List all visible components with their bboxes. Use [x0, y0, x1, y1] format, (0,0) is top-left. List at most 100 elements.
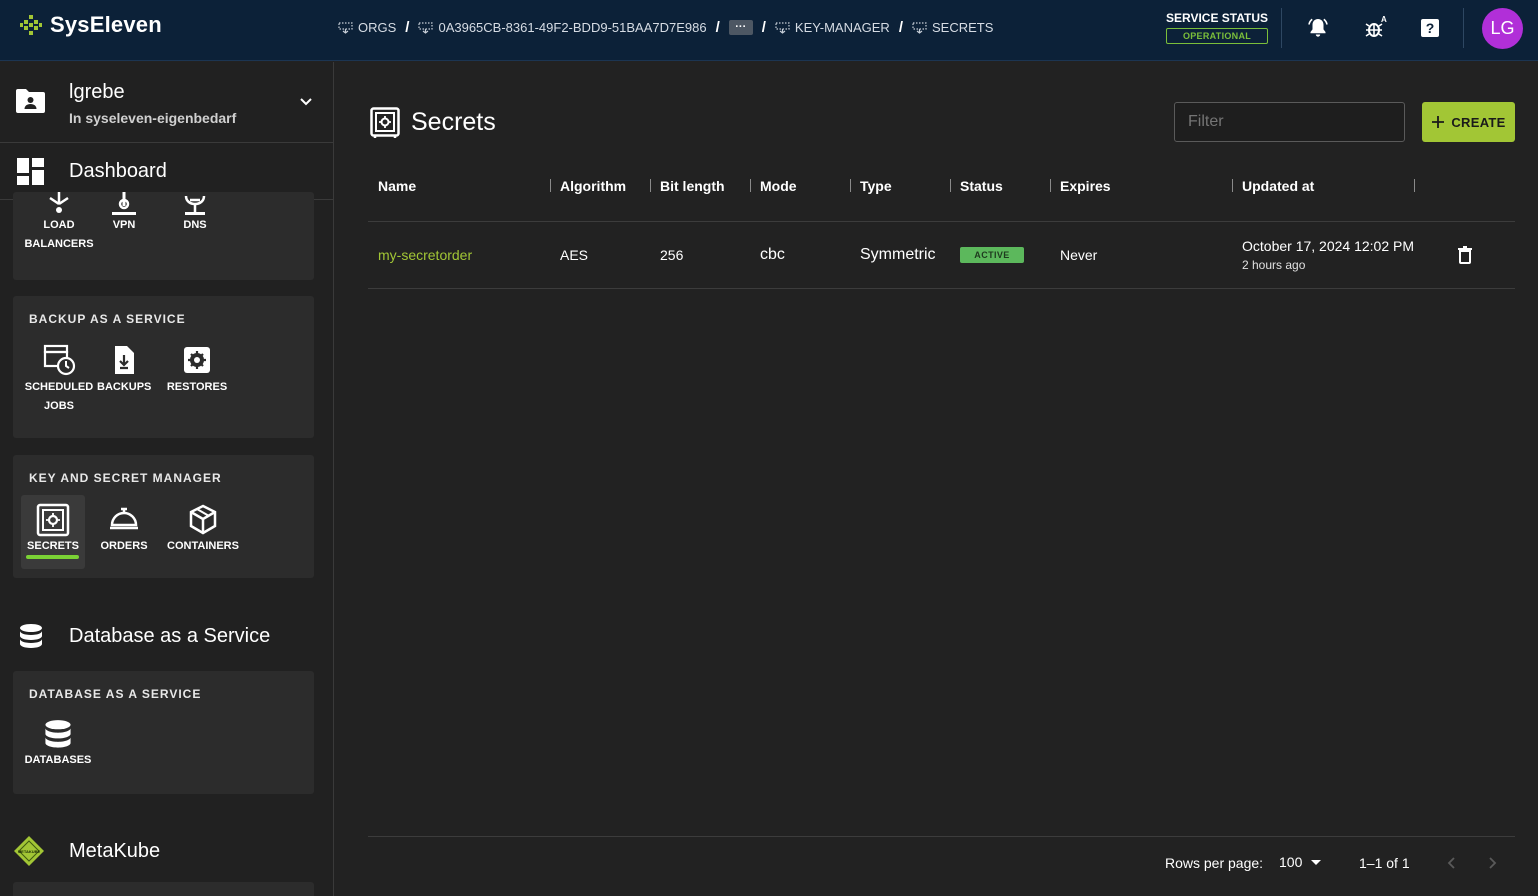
tile-databases[interactable]: DATABASES — [21, 719, 95, 770]
sidebar: lgrebe In syseleven-eigenbedarf Dashboar… — [0, 62, 334, 896]
column-header-mode[interactable]: Mode — [760, 178, 797, 194]
safe-icon — [36, 503, 70, 537]
tile-vpn[interactable]: VPN — [101, 192, 147, 235]
dbaas-card-title: DATABASE AS A SERVICE — [29, 687, 202, 701]
pagination-range: 1–1 of 1 — [1359, 855, 1410, 871]
service-bell-icon — [110, 507, 138, 530]
org-icon — [338, 21, 353, 34]
dashboard-label: Dashboard — [69, 160, 167, 182]
status-badge: ACTIVE — [960, 247, 1024, 263]
restore-gear-icon — [184, 347, 210, 373]
cell-updated-relative: 2 hours ago — [1242, 258, 1306, 272]
tile-backups[interactable]: BACKUPS — [97, 342, 151, 397]
project-selector[interactable]: lgrebe In syseleven-eigenbedarf — [0, 62, 333, 143]
column-resizer[interactable] — [850, 179, 851, 192]
tile-orders[interactable]: ORDERS — [97, 503, 151, 556]
delete-trash-icon[interactable] — [1457, 246, 1473, 264]
secret-name-link[interactable]: my-secretorder — [378, 247, 472, 263]
column-header-status[interactable]: Status — [960, 178, 1003, 194]
svg-text:?: ? — [1426, 20, 1435, 36]
service-icon — [912, 21, 927, 34]
breadcrumb-separator: / — [761, 19, 766, 36]
breadcrumb-org-id[interactable]: 0A3965CB-8361-49F2-BDD9-51BAA7D7E986 — [418, 20, 707, 35]
service-icon — [775, 21, 790, 34]
breadcrumb-separator: / — [405, 19, 410, 36]
bug-report-icon[interactable]: A — [1364, 16, 1388, 40]
dbaas-section-label: Database as a Service — [69, 625, 271, 647]
column-header-updated-at[interactable]: Updated at — [1242, 178, 1314, 194]
tile-secrets[interactable]: SECRETS — [21, 495, 85, 569]
kms-card: KEY AND SECRET MANAGER SECRETS ORDERS CO… — [13, 455, 314, 578]
cell-expires: Never — [1060, 247, 1098, 263]
user-avatar[interactable]: LG — [1482, 8, 1523, 49]
chevron-down-icon[interactable] — [298, 93, 314, 109]
tile-scheduled-jobs[interactable]: SCHEDULED JOBS — [23, 342, 95, 416]
network-card: LOAD BALANCERS VPN DNS — [13, 192, 314, 280]
dns-icon — [184, 195, 206, 215]
sidebar-section-metakube[interactable]: METAKUBE MetaKube — [0, 830, 333, 874]
column-resizer[interactable] — [650, 179, 651, 192]
brand-logo[interactable]: SysEleven — [20, 12, 162, 38]
cell-bit-length: 256 — [660, 247, 684, 263]
breadcrumb-separator: / — [898, 19, 903, 36]
chevron-right-icon[interactable] — [1485, 856, 1499, 870]
project-folder-icon — [16, 89, 45, 113]
svg-text:METAKUBE: METAKUBE — [18, 849, 41, 854]
database-icon — [20, 624, 42, 648]
column-resizer[interactable] — [750, 179, 751, 192]
caret-down-icon — [1311, 860, 1322, 865]
column-resizer[interactable] — [550, 179, 551, 192]
row-divider — [368, 288, 1515, 289]
tile-load-balancers[interactable]: LOAD BALANCERS — [13, 192, 105, 254]
column-header-name[interactable]: Name — [378, 178, 416, 194]
kms-card-title: KEY AND SECRET MANAGER — [29, 471, 222, 485]
top-bar: SysEleven ORGS / 0A3965CB-8361-49F2-BDD9… — [0, 0, 1538, 61]
footer-divider — [368, 836, 1515, 837]
backup-card-title: BACKUP AS A SERVICE — [29, 312, 186, 326]
filter-input[interactable] — [1174, 102, 1405, 142]
breadcrumb-more-button[interactable]: ··· — [728, 20, 753, 35]
column-header-bit-length[interactable]: Bit length — [660, 178, 725, 194]
rows-per-page-select[interactable]: 100 — [1279, 854, 1322, 870]
create-button[interactable]: CREATE — [1422, 102, 1515, 142]
column-resizer[interactable] — [1414, 179, 1415, 192]
brand-name: SysEleven — [50, 12, 162, 37]
divider — [1463, 8, 1464, 48]
container-box-icon — [189, 504, 217, 535]
project-org: In syseleven-eigenbedarf — [69, 110, 237, 126]
tile-containers[interactable]: CONTAINERS — [163, 503, 243, 556]
database-icon — [45, 720, 71, 748]
page-title: Secrets — [411, 108, 496, 136]
plus-icon — [1432, 116, 1445, 128]
service-status-title: SERVICE STATUS — [1166, 11, 1269, 25]
column-header-type[interactable]: Type — [860, 178, 892, 194]
column-resizer[interactable] — [1050, 179, 1051, 192]
syseleven-logo-icon — [20, 15, 42, 35]
column-header-algorithm[interactable]: Algorithm — [560, 178, 626, 194]
org-icon — [418, 21, 434, 34]
backup-file-icon — [115, 346, 134, 374]
notifications-bell-icon[interactable] — [1306, 16, 1330, 40]
breadcrumb-separator: / — [715, 19, 720, 36]
dashboard-icon — [17, 158, 44, 185]
breadcrumb-key-manager[interactable]: KEY-MANAGER — [775, 20, 890, 35]
chevron-left-icon[interactable] — [1445, 856, 1459, 870]
dbaas-card: DATABASE AS A SERVICE DATABASES — [13, 671, 314, 794]
breadcrumb-secrets[interactable]: SECRETS — [912, 20, 993, 35]
safe-icon — [370, 107, 400, 138]
breadcrumb-orgs[interactable]: ORGS — [338, 20, 396, 35]
column-resizer[interactable] — [1232, 179, 1233, 192]
breadcrumb: ORGS / 0A3965CB-8361-49F2-BDD9-51BAA7D7E… — [338, 19, 993, 36]
service-status[interactable]: SERVICE STATUS OPERATIONAL — [1166, 11, 1269, 44]
rows-per-page-label: Rows per page: — [1165, 855, 1264, 871]
debug-badge: A — [1381, 16, 1387, 24]
sidebar-section-dbaas[interactable]: Database as a Service — [0, 615, 333, 659]
metakube-card — [13, 882, 314, 896]
help-icon[interactable]: ? — [1418, 16, 1442, 40]
main-content: Secrets CREATE Name Algorithm Bit length… — [335, 62, 1538, 896]
column-resizer[interactable] — [950, 179, 951, 192]
column-header-expires[interactable]: Expires — [1060, 178, 1111, 194]
tile-restores[interactable]: RESTORES — [163, 342, 231, 397]
backup-card: BACKUP AS A SERVICE SCHEDULED JOBS BACKU… — [13, 296, 314, 438]
tile-dns[interactable]: DNS — [173, 192, 217, 235]
